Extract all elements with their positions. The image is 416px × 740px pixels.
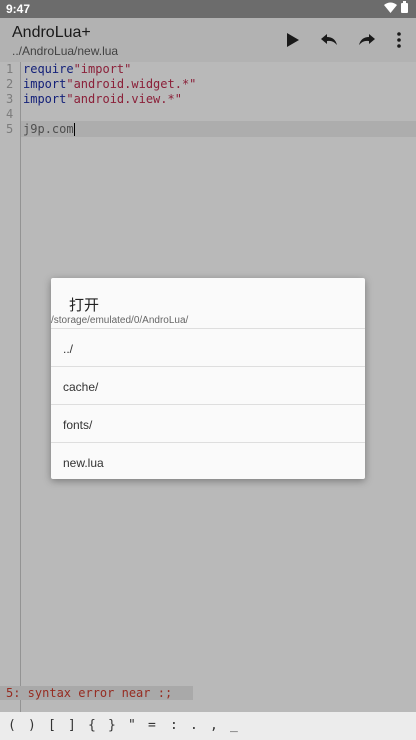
symbol-key[interactable]: " — [128, 718, 136, 733]
symbol-key[interactable]: } — [108, 718, 116, 733]
symbol-key[interactable]: : — [170, 718, 178, 733]
symbol-key[interactable]: ] — [68, 718, 76, 733]
status-icons — [384, 1, 408, 13]
file-item-parent-dir[interactable]: ../ — [51, 328, 365, 366]
symbol-key[interactable]: _ — [230, 718, 238, 733]
symbol-key[interactable]: [ — [48, 718, 56, 733]
symbol-key[interactable]: , — [210, 718, 218, 733]
file-item-label: ../ — [63, 342, 74, 356]
symbol-key[interactable]: = — [148, 718, 156, 733]
dialog-title: 打开 — [69, 297, 100, 314]
file-item-fonts[interactable]: fonts/ — [51, 404, 365, 442]
symbol-key[interactable]: { — [88, 718, 96, 733]
file-item-label: new.lua — [63, 456, 104, 470]
symbol-key[interactable]: ( — [8, 718, 16, 733]
battery-icon — [401, 1, 408, 13]
file-item-new-lua[interactable]: new.lua — [51, 442, 365, 480]
file-item-label: fonts/ — [63, 418, 93, 432]
status-time: 9:47 — [6, 2, 31, 16]
open-file-dialog: 打开 /storage/emulated/0/AndroLua/ ../ cac… — [51, 278, 365, 479]
dialog-current-path: /storage/emulated/0/AndroLua/ — [51, 315, 189, 326]
status-bar: 9:47 — [0, 0, 416, 18]
file-item-cache[interactable]: cache/ — [51, 366, 365, 404]
file-item-label: cache/ — [63, 380, 99, 394]
symbol-key[interactable]: ) — [28, 718, 36, 733]
wifi-icon — [384, 2, 397, 13]
symbol-key[interactable]: . — [190, 718, 198, 733]
symbol-input-bar: ( ) [ ] { } " = : . , _ — [0, 712, 416, 740]
